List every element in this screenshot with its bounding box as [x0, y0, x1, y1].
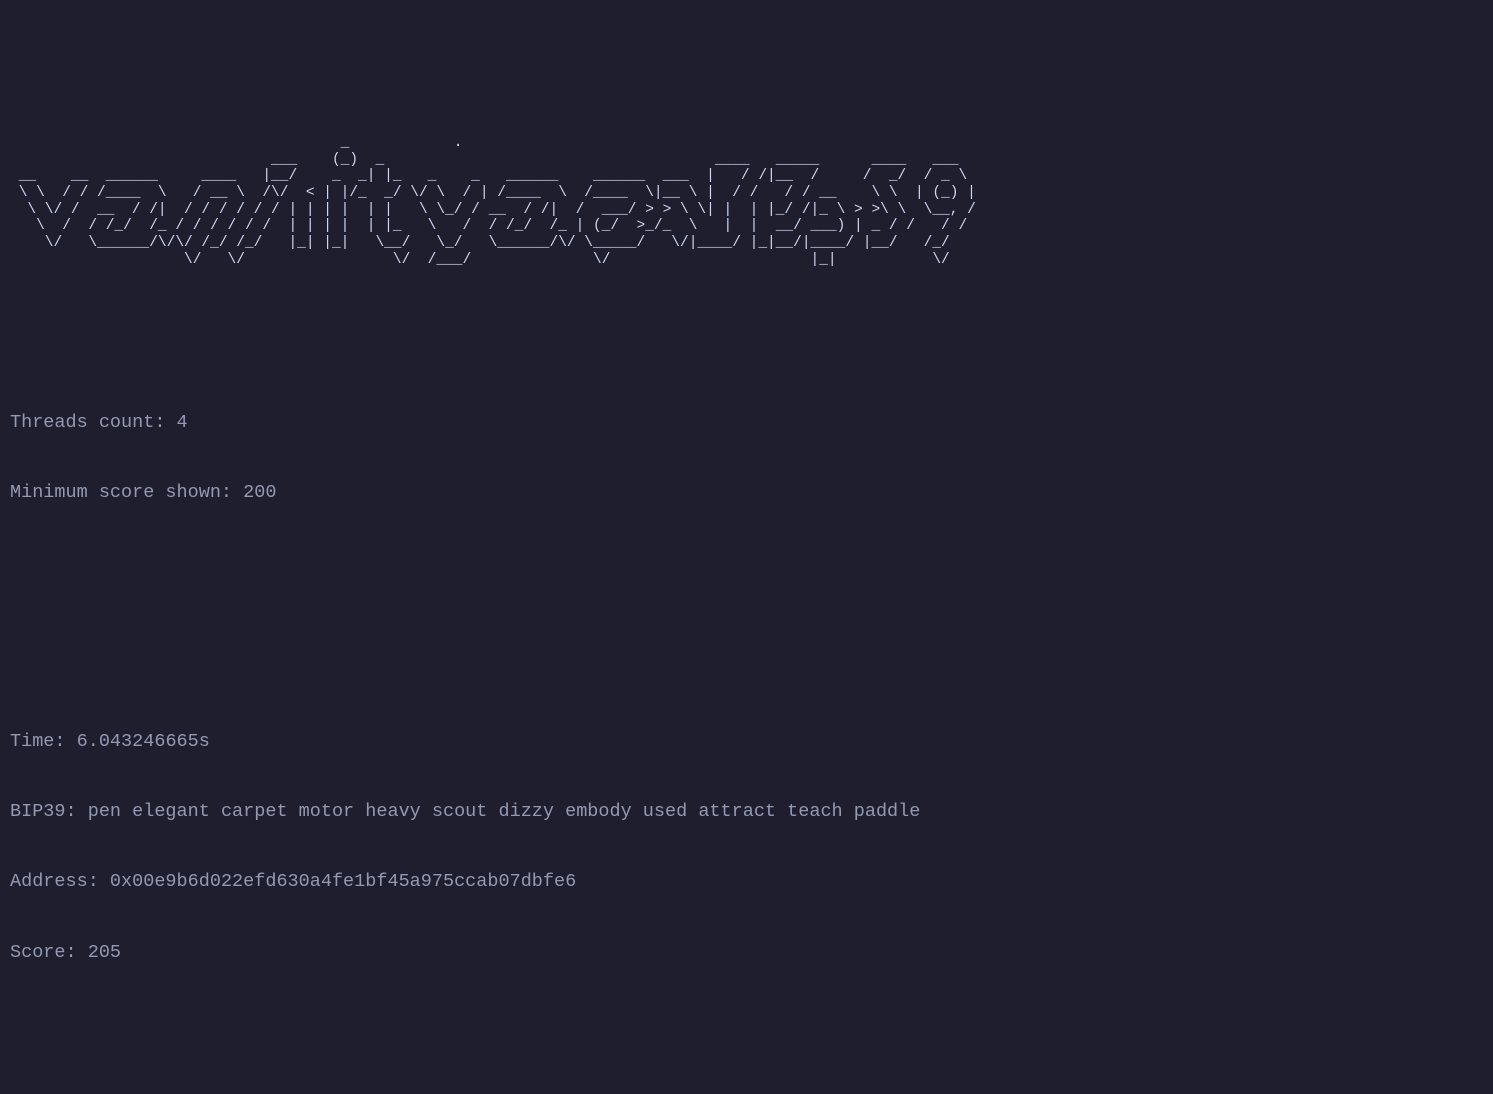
result-section: Time: 6.043246665s BIP39: pen elegant ca…	[10, 685, 1483, 987]
score-label: Score:	[10, 942, 88, 963]
score-value: 205	[88, 942, 121, 963]
threads-line: Threads count: 4	[10, 409, 1483, 437]
bip39-line: BIP39: pen elegant carpet motor heavy sc…	[10, 798, 1483, 826]
config-section: Threads count: 4 Minimum score shown: 20…	[10, 366, 1483, 528]
address-value: 0x00e9b6d022efd630a4fe1bf45a975ccab07dbf…	[110, 871, 576, 892]
time-label: Time:	[10, 731, 77, 752]
bip39-value: pen elegant carpet motor heavy scout diz…	[88, 801, 921, 822]
min-score-value: 200	[243, 482, 276, 503]
time-value: 6.043246665s	[77, 731, 210, 752]
bip39-label: BIP39:	[10, 801, 88, 822]
threads-label: Threads count:	[10, 412, 177, 433]
ascii-banner: _ . ___ (_) _ ____ _____ ____ ___ __ __ …	[10, 135, 1483, 268]
min-score-label: Minimum score shown:	[10, 482, 243, 503]
threads-value: 4	[177, 412, 188, 433]
min-score-line: Minimum score shown: 200	[10, 479, 1483, 507]
score-line: Score: 205	[10, 939, 1483, 967]
address-label: Address:	[10, 871, 110, 892]
time-line: Time: 6.043246665s	[10, 728, 1483, 756]
address-line: Address: 0x00e9b6d022efd630a4fe1bf45a975…	[10, 868, 1483, 896]
